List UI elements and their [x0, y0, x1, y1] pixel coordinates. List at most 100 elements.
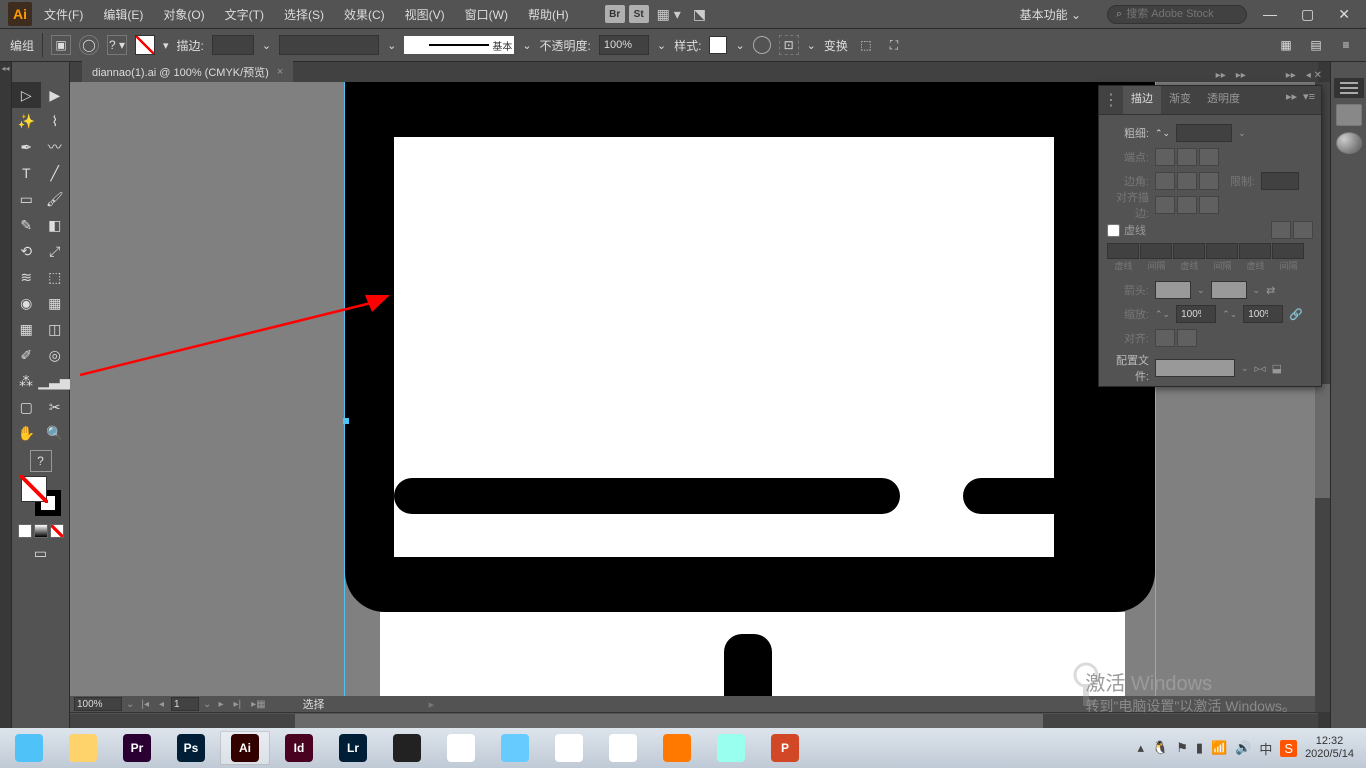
- gradient-tool[interactable]: ◫: [41, 316, 70, 342]
- dash-align[interactable]: [1293, 221, 1313, 239]
- line-tool[interactable]: ╱: [41, 160, 70, 186]
- no-fill-icon[interactable]: [135, 35, 155, 55]
- lasso-tool[interactable]: ⌇: [41, 108, 70, 134]
- dash-checkbox[interactable]: [1107, 224, 1120, 237]
- left-panel-strip[interactable]: ◂◂: [0, 62, 12, 728]
- limit-input[interactable]: [1261, 172, 1299, 190]
- gpu-icon[interactable]: ⬔: [689, 6, 710, 23]
- menu-object[interactable]: 对象(O): [155, 2, 212, 27]
- menu-view[interactable]: 视图(V): [397, 2, 453, 27]
- direct-selection-tool[interactable]: ▶: [41, 82, 70, 108]
- style-swatch[interactable]: [709, 36, 727, 54]
- arrow-end[interactable]: [1211, 281, 1247, 299]
- snap-icon[interactable]: ▤: [1306, 35, 1326, 55]
- dock-properties-icon[interactable]: [1336, 104, 1362, 126]
- mesh-tool[interactable]: ▦: [12, 316, 41, 342]
- tray-battery-icon[interactable]: ▮: [1196, 740, 1203, 756]
- color-mode-none[interactable]: [50, 524, 64, 538]
- document-tab[interactable]: diannao(1).ai @ 100% (CMYK/预览) ×: [82, 61, 293, 83]
- corner-bevel[interactable]: [1199, 172, 1219, 190]
- magic-wand-tool[interactable]: ✨: [12, 108, 41, 134]
- rotate-tool[interactable]: ⟲: [12, 238, 41, 264]
- menu-select[interactable]: 选择(S): [276, 2, 332, 27]
- stroke-weight-input[interactable]: [212, 35, 254, 55]
- eraser-tool[interactable]: ◧: [41, 212, 70, 238]
- maximize-button[interactable]: ▢: [1293, 6, 1322, 23]
- blend-tool[interactable]: ◎: [41, 342, 70, 368]
- panel-menu-icon[interactable]: ▾≡: [1303, 90, 1315, 110]
- taskbar-app-lightroom[interactable]: Lr: [328, 731, 378, 765]
- question-icon[interactable]: ? ▾: [107, 35, 127, 55]
- brush-preset[interactable]: 基本: [404, 36, 514, 54]
- selection-tool[interactable]: ▷: [12, 82, 41, 108]
- tray-sogou-icon[interactable]: S: [1280, 740, 1297, 757]
- curvature-tool[interactable]: 〰: [41, 134, 70, 160]
- stock-search[interactable]: ⌕: [1107, 5, 1247, 24]
- tray-ime-icon[interactable]: 中: [1259, 739, 1272, 758]
- prev-artboard[interactable]: ◂: [156, 699, 167, 710]
- rectangle-tool[interactable]: ▭: [12, 186, 41, 212]
- taskbar-app-explorer[interactable]: [58, 731, 108, 765]
- menu-effect[interactable]: 效果(C): [336, 2, 393, 27]
- tray-expand-icon[interactable]: ▴: [1137, 740, 1144, 756]
- artboard-number[interactable]: [171, 697, 199, 711]
- menu-file[interactable]: 文件(F): [36, 2, 91, 27]
- dock-libraries-icon[interactable]: [1336, 132, 1362, 154]
- graph-tool[interactable]: ▁▃▅: [40, 368, 69, 394]
- stock-icon[interactable]: St: [629, 5, 649, 23]
- workspace-selector[interactable]: 基本功能 ⌄: [1012, 4, 1099, 25]
- taskbar-app-indesign[interactable]: Id: [274, 731, 324, 765]
- arrow-tip[interactable]: [1177, 329, 1197, 347]
- taskbar-clock[interactable]: 12:32 2020/5/14: [1305, 735, 1354, 761]
- profile-select[interactable]: [1155, 359, 1235, 377]
- align-center[interactable]: [1155, 196, 1175, 214]
- panel-grip-icon[interactable]: ⋮: [1099, 86, 1123, 114]
- tray-network-icon[interactable]: 📶: [1211, 740, 1227, 756]
- edit-toolbar[interactable]: ?: [30, 450, 52, 472]
- tray-flag-icon[interactable]: ⚑: [1176, 740, 1188, 756]
- scale-tool[interactable]: ⤢: [41, 238, 70, 264]
- perspective-tool[interactable]: ▦: [41, 290, 70, 316]
- panel-tab-gradient[interactable]: 渐变: [1161, 86, 1199, 114]
- eyedropper-tool[interactable]: ✐: [12, 342, 41, 368]
- panel-expand-icon[interactable]: ▸▸: [1286, 90, 1297, 110]
- taskbar-app-firefox[interactable]: [652, 731, 702, 765]
- shaper-tool[interactable]: ✎: [12, 212, 41, 238]
- transform-label[interactable]: 变换: [824, 37, 848, 54]
- fill-stroke-indicator[interactable]: [21, 476, 61, 516]
- crop-icon[interactable]: ⛶: [884, 35, 904, 55]
- first-artboard[interactable]: |◂: [138, 699, 152, 710]
- width-tool[interactable]: ≋: [12, 264, 41, 290]
- corner-miter[interactable]: [1155, 172, 1175, 190]
- menu-type[interactable]: 文字(T): [217, 2, 272, 27]
- grid-icon[interactable]: ▦: [1276, 35, 1296, 55]
- horizontal-scrollbar[interactable]: [70, 712, 1318, 728]
- link-scale-icon[interactable]: 🔗: [1289, 308, 1303, 321]
- flip-along-icon[interactable]: ⬓: [1272, 362, 1282, 375]
- panel-tab-stroke[interactable]: 描边: [1123, 86, 1161, 114]
- zoom-tool[interactable]: 🔍: [41, 420, 70, 446]
- zoom-input[interactable]: [74, 697, 122, 711]
- anchor-icon[interactable]: ◯: [79, 35, 99, 55]
- color-mode-gradient[interactable]: [34, 524, 48, 538]
- dock-menu-icon[interactable]: [1334, 78, 1364, 98]
- minimize-button[interactable]: —: [1255, 6, 1285, 22]
- taskbar-app-notes[interactable]: [706, 731, 756, 765]
- dash-preserve[interactable]: [1271, 221, 1291, 239]
- taskbar-app-powerpoint[interactable]: P: [760, 731, 810, 765]
- close-button[interactable]: ✕: [1330, 6, 1358, 23]
- cap-round[interactable]: [1177, 148, 1197, 166]
- document-tab-close[interactable]: ×: [277, 66, 283, 78]
- menu-help[interactable]: 帮助(H): [520, 2, 577, 27]
- free-transform-tool[interactable]: ⬚: [41, 264, 70, 290]
- taskbar-app-premiere[interactable]: Pr: [112, 731, 162, 765]
- next-artboard[interactable]: ▸: [215, 699, 226, 710]
- dash-pattern-inputs[interactable]: [1107, 243, 1313, 259]
- corner-round[interactable]: [1177, 172, 1197, 190]
- stock-search-input[interactable]: [1126, 8, 1238, 20]
- screen-mode[interactable]: ▭: [26, 540, 55, 566]
- taskbar-app-photoshop[interactable]: Ps: [166, 731, 216, 765]
- last-artboard[interactable]: ▸|: [230, 699, 244, 710]
- isolate-icon[interactable]: ⬚: [856, 35, 876, 55]
- opacity-input[interactable]: [599, 35, 649, 55]
